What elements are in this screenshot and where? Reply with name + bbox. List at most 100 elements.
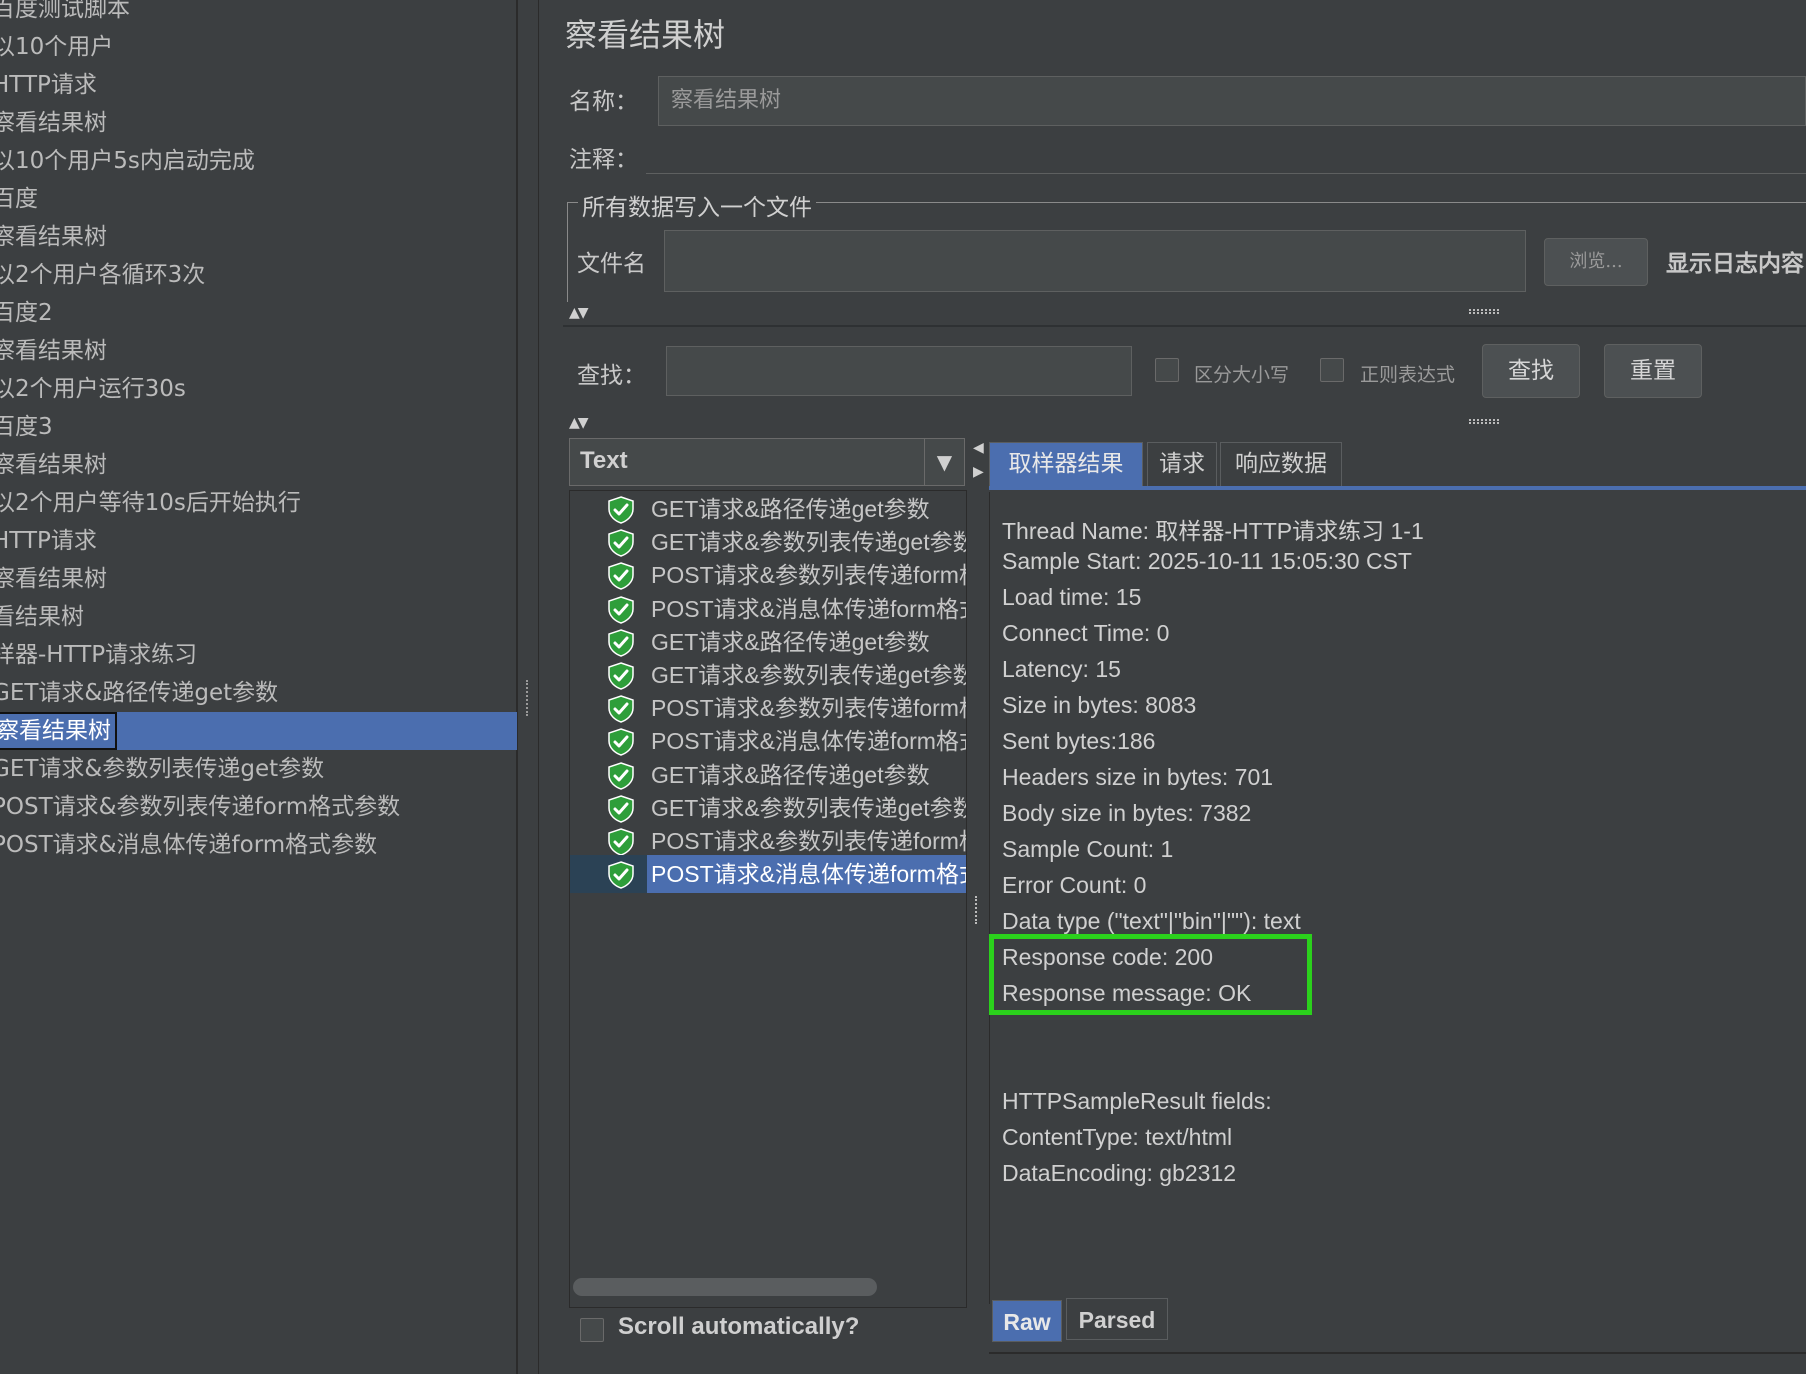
renderer-value: Text [580, 447, 628, 474]
splitter-grip-icon [526, 680, 531, 716]
detail-line: Load time: 15 [1002, 584, 1142, 610]
name-field[interactable]: 察看结果树 [658, 76, 1806, 126]
case-sensitive-checkbox[interactable] [1155, 358, 1179, 382]
tab-parsed[interactable]: Parsed [1066, 1298, 1168, 1340]
success-shield-icon [607, 595, 635, 624]
detail-line: Sample Count: 1 [1002, 836, 1174, 862]
tree-item-label: GET请求&参数列表传递get参数 [0, 756, 325, 782]
tree-item[interactable]: 以2个用户各循环3次 [0, 256, 517, 294]
tree-item[interactable]: 察看结果树 [0, 332, 517, 370]
collapse-arrows-icon: ▲▼ [569, 415, 588, 431]
detail-line: Response message: OK [1002, 980, 1252, 1006]
detail-line: DataEncoding: gb2312 [1002, 1160, 1237, 1186]
success-shield-icon [607, 828, 635, 856]
tree-item[interactable]: GET请求&路径传递get参数 [0, 674, 517, 712]
detail-line: Headers size in bytes: 701 [1002, 764, 1274, 790]
page-title: 察看结果树 [565, 16, 726, 54]
result-row[interactable]: POST请求&消息体传递form格式参数 [570, 855, 966, 894]
tree-item[interactable]: 以10个用户5s内启动完成 [0, 142, 517, 180]
regex-label: 正则表达式 [1360, 364, 1456, 386]
reset-button[interactable]: 重置 [1604, 344, 1702, 398]
tree-item-label: 百度测试脚本 [0, 0, 130, 22]
detail-line: Error Count: 0 [1002, 872, 1147, 898]
tab-raw[interactable]: Raw [992, 1300, 1062, 1342]
tree-item[interactable]: 以2个用户运行30s [0, 370, 517, 408]
tree-item[interactable]: HTTP请求 [0, 66, 517, 104]
tree-item-label: HTTP请求 [0, 528, 97, 554]
tree-item[interactable]: 察看结果树 [0, 218, 517, 256]
scroll-automatically-label: Scroll automatically? [618, 1313, 860, 1340]
tree-item[interactable]: POST请求&消息体传递form格式参数 [0, 826, 517, 864]
success-shield-icon [607, 629, 635, 657]
find-button[interactable]: 查找 [1482, 344, 1580, 398]
search-label: 查找： [577, 363, 646, 389]
file-group-legend: 所有数据写入一个文件 [578, 188, 816, 222]
detail-line: Size in bytes: 8083 [1002, 692, 1197, 718]
chevron-down-icon[interactable]: ▼ [924, 439, 964, 485]
tree-item[interactable]: 察看结果树 [0, 560, 517, 598]
tree-item-label: 样器-HTTP请求练习 [0, 642, 198, 668]
file-label: 文件名 [577, 251, 646, 277]
regex-checkbox[interactable] [1320, 358, 1344, 382]
horizontal-scrollbar[interactable] [573, 1278, 877, 1296]
splitter-grip-icon [975, 896, 980, 924]
tree-item[interactable]: 察看结果树 [0, 712, 517, 750]
tree-item[interactable]: 以10个用户 [0, 28, 517, 66]
comment-field[interactable] [646, 136, 1806, 174]
browse-button[interactable]: 浏览... [1544, 238, 1648, 286]
test-plan-tree: 百度测试脚本 以10个用户 HTTP请求 察看结果树 以10个用户5s内启动完成 百度 察看… [0, 0, 517, 1374]
tree-item-label: 察看结果树 [0, 712, 117, 750]
tree-item-label: 察看结果树 [0, 452, 107, 478]
success-shield-icon [607, 795, 635, 823]
tree-item[interactable]: 样器-HTTP请求练习 [0, 636, 517, 674]
collapse-splitter-top[interactable]: ▲▼ [565, 305, 1806, 321]
detail-line: Response code: 200 [1002, 944, 1213, 970]
tree-item[interactable]: 察看结果树 [0, 104, 517, 142]
tree-item-label: 察看结果树 [0, 224, 107, 250]
success-shield-icon [607, 562, 635, 591]
tree-item[interactable]: HTTP请求 [0, 522, 517, 560]
tree-item-label: HTTP请求 [0, 72, 97, 98]
tree-item[interactable]: 百度测试脚本 [0, 0, 517, 28]
tree-item[interactable]: 百度2 [0, 294, 517, 332]
splitter-grip-icon [1469, 309, 1499, 314]
tree-item-label: 以2个用户等待10s后开始执行 [0, 490, 301, 516]
tree-item[interactable]: POST请求&参数列表传递form格式参数 [0, 788, 517, 826]
tree-item-label: 以10个用户5s内启动完成 [0, 148, 255, 174]
tab-response-data[interactable]: 响应数据 [1220, 442, 1342, 486]
success-shield-icon [607, 529, 635, 557]
tree-item-label: 看结果树 [0, 604, 84, 630]
detail-line: Sent bytes:186 [1002, 728, 1156, 754]
vertical-splitter[interactable] [517, 0, 539, 1374]
scroll-automatically-checkbox[interactable] [580, 1318, 604, 1342]
collapse-right-icon: ▶ [973, 464, 984, 480]
collapse-splitter-bottom[interactable]: ▲▼ [565, 415, 1806, 431]
comment-label: 注释： [569, 147, 638, 173]
tree-item-label: 察看结果树 [0, 566, 107, 592]
tree-item-label: POST请求&消息体传递form格式参数 [0, 832, 378, 858]
success-shield-icon [607, 695, 635, 723]
log-content-label: 显示日志内容 [1666, 250, 1804, 277]
success-shield-icon [607, 728, 635, 757]
tree-item-label: 以10个用户 [0, 34, 114, 60]
tree-item-label: GET请求&路径传递get参数 [0, 680, 279, 706]
results-splitter[interactable]: ◀ ▶ [971, 440, 987, 1340]
tab-sampler-result[interactable]: 取样器结果 [989, 442, 1143, 486]
renderer-select[interactable]: Text ▼ [569, 438, 965, 486]
collapse-left-icon: ◀ [973, 440, 984, 456]
sample-results-list: GET请求&路径传递get参数 GET请求&参数列表传递get参数 POST请求&参… [569, 490, 967, 1308]
tree-item-label: 察看结果树 [0, 338, 107, 364]
tree-item[interactable]: GET请求&参数列表传递get参数 [0, 750, 517, 788]
filename-input[interactable] [664, 230, 1526, 292]
tree-item[interactable]: 百度 [0, 180, 517, 218]
tree-item[interactable]: 百度3 [0, 408, 517, 446]
tree-item[interactable]: 以2个用户等待10s后开始执行 [0, 484, 517, 522]
tree-item-label: 以2个用户运行30s [0, 376, 186, 402]
tree-item[interactable]: 察看结果树 [0, 446, 517, 484]
detail-line: Connect Time: 0 [1002, 620, 1170, 646]
case-sensitive-label: 区分大小写 [1194, 364, 1290, 386]
tree-item[interactable]: 看结果树 [0, 598, 517, 636]
tree-item-label: 以2个用户各循环3次 [0, 262, 206, 288]
search-input[interactable] [666, 346, 1132, 396]
tab-request[interactable]: 请求 [1147, 442, 1217, 486]
